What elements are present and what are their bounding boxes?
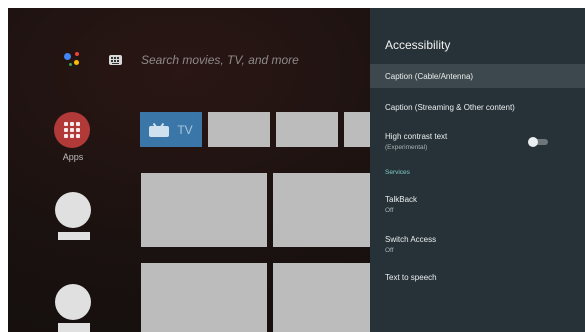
item-sublabel: (Experimental) — [385, 144, 428, 151]
channel-avatar-label — [58, 232, 90, 240]
app-tile[interactable] — [276, 112, 338, 147]
item-label: Text to speech — [385, 273, 437, 282]
services-section-header: Services — [385, 169, 410, 176]
item-label: Caption (Streaming & Other content) — [385, 103, 515, 112]
item-label: Caption (Cable/Antenna) — [385, 72, 474, 81]
item-label: Switch Access — [385, 235, 437, 244]
channel-avatar[interactable] — [55, 284, 91, 320]
apps-label: Apps — [62, 152, 84, 162]
text-to-speech-item[interactable]: Text to speech — [370, 268, 585, 292]
accessibility-panel: Accessibility Caption (Cable/Antenna) Ca… — [370, 8, 585, 332]
high-contrast-toggle[interactable] — [528, 137, 548, 147]
apps-grid-icon — [64, 122, 80, 138]
talkback-item[interactable]: TalkBack Off — [370, 190, 585, 220]
search-placeholder[interactable]: Search movies, TV, and more — [141, 53, 299, 67]
google-assistant-icon[interactable] — [64, 51, 84, 69]
item-sublabel: Off — [385, 247, 394, 254]
item-label: TalkBack — [385, 195, 418, 204]
app-tile[interactable] — [208, 112, 270, 147]
content-card[interactable] — [141, 173, 267, 247]
panel-title: Accessibility — [385, 38, 451, 52]
channel-avatar-label — [58, 323, 90, 332]
apps-button[interactable] — [54, 112, 90, 148]
switch-access-item[interactable]: Switch Access Off — [370, 230, 585, 260]
high-contrast-text-item[interactable]: High contrast text (Experimental) — [370, 126, 585, 156]
tv-screen: Search movies, TV, and more Apps TV Acce… — [8, 8, 585, 332]
tv-icon — [149, 122, 170, 137]
content-card[interactable] — [273, 263, 373, 332]
search-row[interactable]: Search movies, TV, and more — [8, 8, 370, 88]
caption-streaming-item[interactable]: Caption (Streaming & Other content) — [370, 96, 585, 120]
item-label: High contrast text — [385, 132, 448, 141]
tv-app-tile[interactable]: TV — [140, 112, 202, 147]
item-sublabel: Off — [385, 207, 394, 214]
channel-avatar[interactable] — [55, 192, 91, 228]
keyboard-icon[interactable] — [109, 55, 122, 65]
content-card[interactable] — [273, 173, 373, 247]
tv-tile-label: TV — [177, 122, 193, 137]
content-card[interactable] — [141, 263, 267, 332]
caption-cable-item[interactable]: Caption (Cable/Antenna) — [370, 64, 585, 88]
toggle-thumb — [528, 137, 538, 147]
